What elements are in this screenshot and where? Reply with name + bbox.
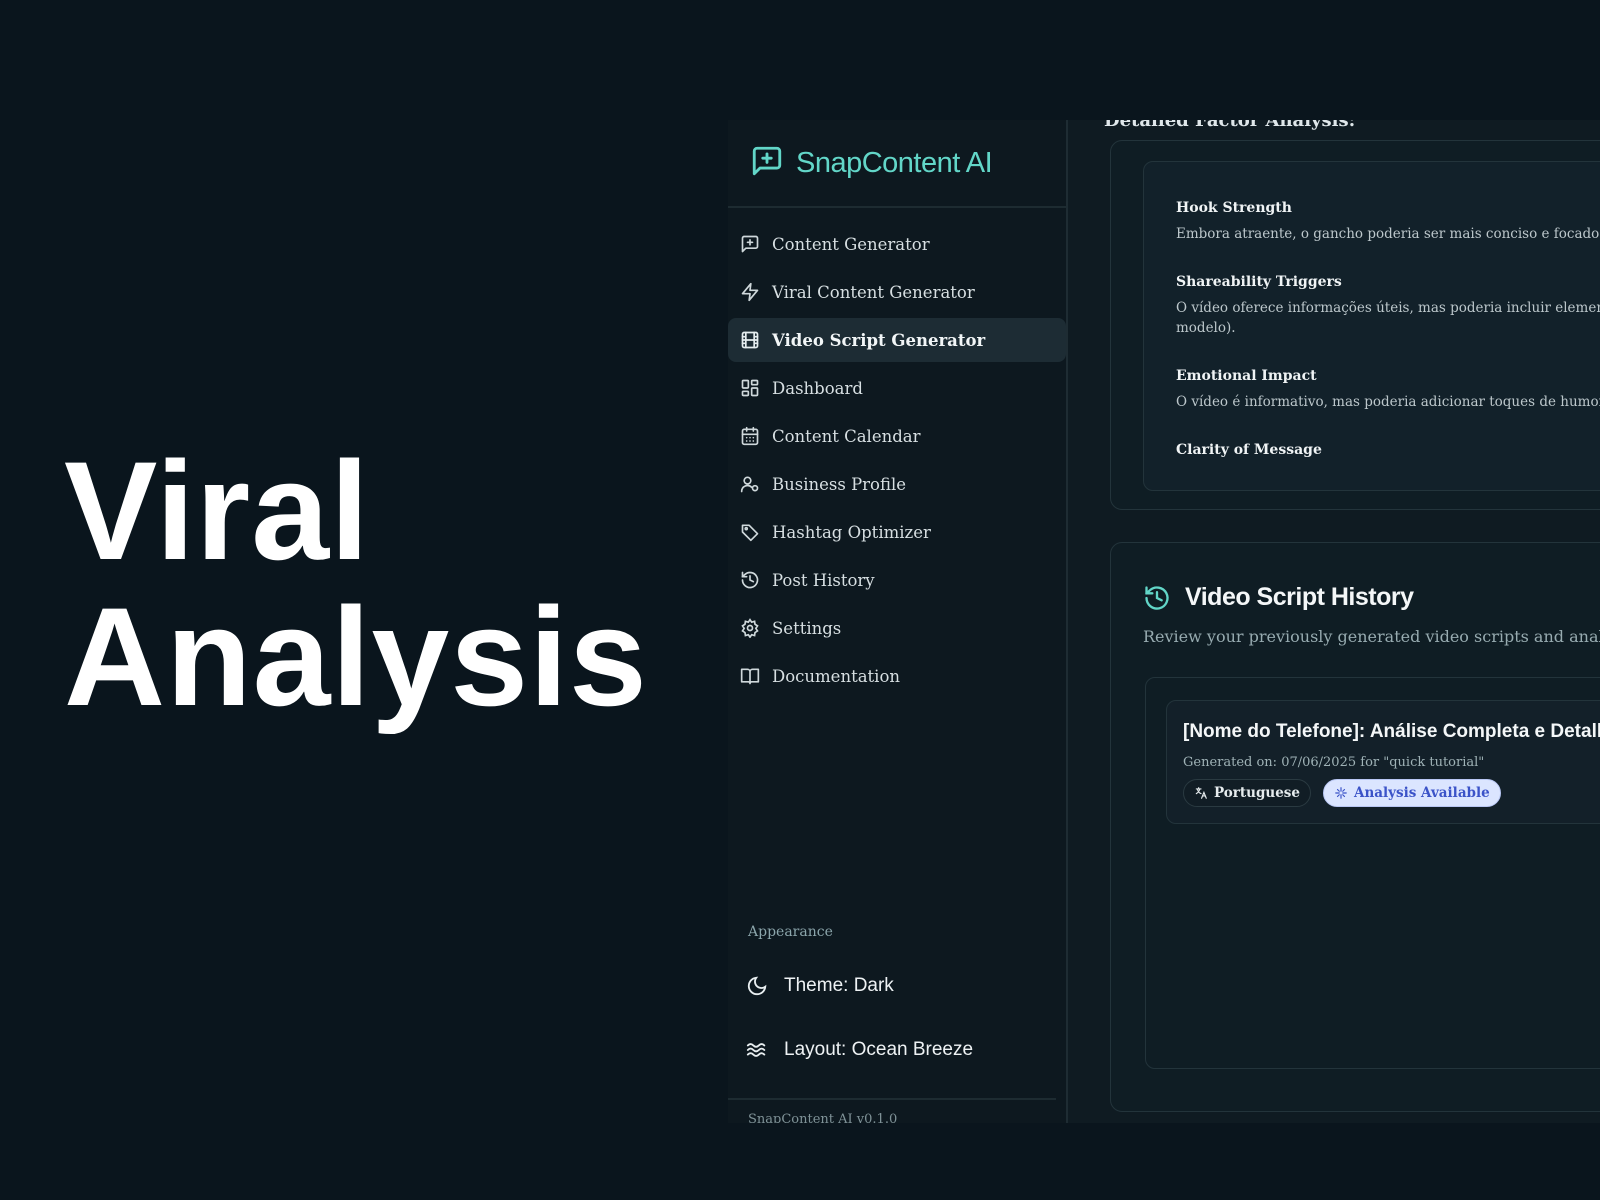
analysis-label: Analysis Available bbox=[1354, 785, 1490, 801]
version-text: SnapContent AI v0.1.0 bbox=[748, 1112, 898, 1123]
factor-item: Clarity of Message bbox=[1144, 442, 1600, 458]
sidebar-item-label: Business Profile bbox=[772, 474, 907, 494]
sidebar-item-viral-content-generator[interactable]: Viral Content Generator bbox=[728, 270, 1066, 314]
list-item[interactable]: [Nome do Telefone]: Análise Completa e D… bbox=[1166, 700, 1600, 824]
sidebar-item-dashboard[interactable]: Dashboard bbox=[728, 366, 1066, 410]
factor-list[interactable]: Hook Strength Embora atraente, o gancho … bbox=[1143, 161, 1600, 491]
theme-label: Theme: Dark bbox=[784, 975, 894, 996]
sidebar-nav: Content Generator Viral Content Generato… bbox=[728, 208, 1066, 698]
sidebar-item-label: Content Calendar bbox=[772, 426, 921, 446]
script-meta: Generated on: 07/06/2025 for "quick tuto… bbox=[1183, 755, 1485, 770]
script-title: [Nome do Telefone]: Análise Completa e D… bbox=[1183, 721, 1600, 742]
factor-item: Hook Strength Embora atraente, o gancho … bbox=[1144, 200, 1600, 244]
factor-title: Hook Strength bbox=[1176, 200, 1292, 216]
sidebar-item-video-script-generator[interactable]: Video Script Generator bbox=[728, 318, 1066, 362]
sidebar-item-label: Content Generator bbox=[772, 234, 930, 254]
calendar-icon bbox=[741, 426, 759, 446]
film-icon bbox=[741, 331, 759, 349]
factor-text: O vídeo oferece informações úteis, mas p… bbox=[1176, 300, 1600, 336]
hero-line-2: Analysis bbox=[64, 578, 648, 735]
message-plus-icon bbox=[741, 235, 759, 253]
moon-icon bbox=[747, 976, 767, 996]
sidebar: SnapContent AI Content Generator Viral C… bbox=[728, 120, 1068, 1123]
sidebar-item-settings[interactable]: Settings bbox=[728, 606, 1066, 650]
sidebar-item-content-generator[interactable]: Content Generator bbox=[728, 222, 1066, 266]
layout-label: Layout: Ocean Breeze bbox=[784, 1039, 974, 1060]
factor-text: O vídeo é informativo, mas poderia adici… bbox=[1176, 394, 1600, 410]
factor-analysis-heading: Detailed Factor Analysis: bbox=[1104, 120, 1356, 131]
factor-item: Emotional Impact O vídeo é informativo, … bbox=[1144, 368, 1600, 412]
hero-line-1: Viral bbox=[64, 432, 370, 589]
sidebar-item-label: Documentation bbox=[772, 666, 901, 686]
factor-analysis-card: Hook Strength Embora atraente, o gancho … bbox=[1110, 140, 1600, 510]
language-label: Portuguese bbox=[1214, 785, 1300, 801]
layout-toggle[interactable]: Layout: Ocean Breeze bbox=[746, 1030, 973, 1070]
sidebar-item-label: Hashtag Optimizer bbox=[772, 522, 931, 542]
divider bbox=[728, 1098, 1056, 1100]
sidebar-item-hashtag-optimizer[interactable]: Hashtag Optimizer bbox=[728, 510, 1066, 554]
main-content: Detailed Factor Analysis: Hook Strength … bbox=[1070, 120, 1600, 1123]
appearance-label: Appearance bbox=[748, 924, 833, 940]
sidebar-item-content-calendar[interactable]: Content Calendar bbox=[728, 414, 1066, 458]
hero-title: Viral Analysis bbox=[64, 438, 648, 730]
factor-title: Clarity of Message bbox=[1176, 442, 1322, 458]
sidebar-item-business-profile[interactable]: Business Profile bbox=[728, 462, 1066, 506]
history-subtitle: Review your previously generated video s… bbox=[1143, 627, 1600, 646]
waves-icon bbox=[746, 1043, 766, 1057]
sidebar-item-label: Settings bbox=[772, 618, 842, 638]
tag-icon bbox=[741, 524, 759, 542]
theme-toggle[interactable]: Theme: Dark bbox=[746, 966, 894, 1006]
user-gear-icon bbox=[740, 476, 759, 493]
history-icon bbox=[741, 571, 759, 589]
gear-icon bbox=[741, 618, 759, 638]
sidebar-item-label: Viral Content Generator bbox=[772, 282, 975, 302]
analysis-badge[interactable]: Analysis Available bbox=[1323, 779, 1501, 807]
history-list: [Nome do Telefone]: Análise Completa e D… bbox=[1145, 677, 1600, 1069]
factor-text: Embora atraente, o gancho poderia ser ma… bbox=[1176, 226, 1600, 242]
book-icon bbox=[740, 668, 760, 685]
language-badge: Portuguese bbox=[1183, 779, 1311, 807]
history-icon bbox=[1145, 585, 1169, 610]
sidebar-item-label: Video Script Generator bbox=[772, 330, 986, 350]
message-plus-icon bbox=[750, 144, 784, 182]
factor-item: Shareability Triggers O vídeo oferece in… bbox=[1144, 274, 1600, 338]
brand[interactable]: SnapContent AI bbox=[728, 120, 1066, 208]
sidebar-item-post-history[interactable]: Post History bbox=[728, 558, 1066, 602]
lightning-icon bbox=[741, 282, 759, 302]
tag-row: Portuguese Analysis Available bbox=[1183, 779, 1501, 807]
sidebar-item-label: Post History bbox=[772, 570, 875, 590]
sidebar-item-label: Dashboard bbox=[772, 378, 863, 398]
grid-icon bbox=[741, 379, 759, 397]
factor-title: Emotional Impact bbox=[1176, 368, 1317, 384]
app-screenshot: SnapContent AI Content Generator Viral C… bbox=[728, 120, 1600, 1123]
video-script-history-card: Video Script History Review your previou… bbox=[1110, 542, 1600, 1112]
translate-icon bbox=[1195, 787, 1207, 799]
history-title: Video Script History bbox=[1185, 583, 1414, 611]
factor-title: Shareability Triggers bbox=[1176, 274, 1342, 290]
sparkle-icon bbox=[1335, 787, 1347, 799]
sidebar-item-documentation[interactable]: Documentation bbox=[728, 654, 1066, 698]
brand-name: SnapContent AI bbox=[796, 146, 993, 179]
history-header: Video Script History bbox=[1143, 583, 1414, 612]
